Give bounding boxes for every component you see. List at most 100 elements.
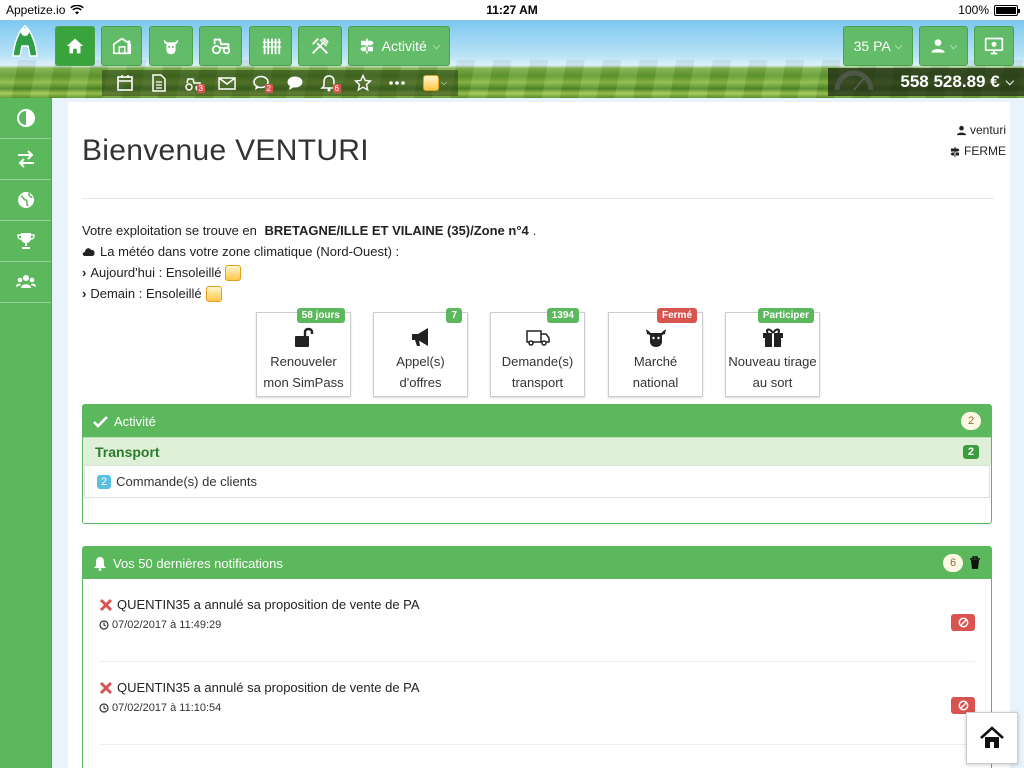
cancel-x-icon — [99, 598, 113, 611]
more-button[interactable] — [380, 70, 414, 96]
sidebar-item-trophy[interactable] — [0, 221, 51, 262]
delete-notification-button[interactable] — [951, 614, 975, 631]
forum-button[interactable] — [278, 70, 312, 96]
sidebar-item-contrast[interactable] — [0, 98, 51, 139]
trophy-icon — [16, 233, 35, 249]
transport-section[interactable]: Transport 2 — [83, 437, 991, 465]
tile-badge: 58 jours — [296, 308, 345, 323]
farm-info: Votre exploitation se trouve en BRETAGNE… — [82, 220, 536, 304]
globe-icon — [17, 192, 34, 208]
location-prefix: Votre exploitation se trouve en — [82, 223, 261, 238]
livestock-button[interactable] — [149, 26, 193, 66]
left-sidebar — [0, 98, 52, 768]
user-icon — [956, 125, 967, 136]
activity-label: Activité — [381, 38, 427, 54]
chevron-down-icon: ⌵ — [432, 40, 441, 52]
list-item[interactable]: 2 Commande(s) de clients — [84, 465, 990, 498]
tile-badge: 7 — [446, 308, 462, 323]
floating-home-button[interactable] — [966, 712, 1018, 764]
weather-tomorrow-line: › Demain : Ensoleillé — [82, 283, 536, 304]
tile-badge: Fermé — [656, 308, 697, 323]
orders-count-badge: 2 — [97, 474, 112, 489]
tile-label-line2: mon SimPass — [263, 375, 344, 390]
ban-icon — [958, 700, 968, 711]
battery-percent: 100% — [958, 3, 989, 17]
notifications-count: 6 — [943, 554, 963, 572]
exchange-arrows-icon — [17, 150, 34, 168]
documents-button[interactable] — [142, 70, 176, 96]
weather-dropdown[interactable]: ⌵ — [414, 70, 456, 96]
tile-label-line1: Demande(s) — [501, 354, 574, 369]
notification-item: QUENTIN35 a annulé sa proposition de ven… — [99, 579, 975, 662]
activity-title: Activité — [114, 413, 156, 429]
weather-intro-line: La météo dans votre zone climatique (Nor… — [82, 241, 536, 262]
tile-lottery[interactable]: Participer Nouveau tirage au sort — [725, 308, 820, 397]
activity-header[interactable]: Activité 2 — [83, 405, 991, 437]
ban-icon — [958, 617, 968, 628]
comments-icon — [287, 76, 303, 90]
signpost-icon — [359, 38, 374, 54]
activity-count: 2 — [961, 412, 981, 430]
tile-badge: Participer — [757, 308, 814, 323]
weather-today-line: › Aujourd'hui : Ensoleillé — [82, 262, 536, 283]
quick-icons-bar: 3 2 6 ⌵ — [102, 70, 458, 96]
ios-status-bar: Appetize.io 11:27 AM 100% — [0, 0, 1024, 20]
machinery-button[interactable] — [199, 26, 242, 66]
sidebar-item-exchange[interactable] — [0, 139, 51, 180]
chevron-right-icon: › — [82, 286, 87, 301]
farm-buildings-button[interactable] — [101, 26, 142, 66]
wifi-icon — [70, 5, 85, 15]
app-logo-icon[interactable] — [8, 24, 42, 58]
check-icon — [93, 415, 108, 428]
messages-button[interactable]: 2 — [244, 70, 278, 96]
calendar-button[interactable] — [108, 70, 142, 96]
tile-tenders[interactable]: 7 Appel(s) d'offres — [373, 308, 468, 397]
sidebar-item-world[interactable] — [0, 180, 51, 221]
megaphone-icon — [411, 328, 428, 346]
balance-amount: 558 528.89 € — [900, 72, 1000, 91]
status-time: 11:27 AM — [486, 3, 538, 17]
balance-dropdown[interactable]: 558 528.89 € ⌵ — [828, 68, 1024, 96]
chevron-down-icon: ⌵ — [440, 78, 448, 87]
favorites-button[interactable] — [346, 70, 380, 96]
activity-panel: Activité 2 Transport 2 2 Commande(s) de … — [82, 404, 992, 524]
vehicles-badge: 3 — [196, 84, 205, 93]
main-content: Bienvenue VENTURI venturi FERME Votre ex… — [52, 98, 1024, 768]
tile-simpass[interactable]: 58 jours Renouveler mon SimPass — [256, 308, 351, 397]
pa-dropdown[interactable]: 35 PA ⌵ — [843, 26, 913, 66]
monitor-icon — [984, 37, 1004, 55]
crops-button[interactable] — [249, 26, 292, 66]
vehicles-button[interactable]: 3 — [176, 70, 210, 96]
trash-icon[interactable] — [969, 556, 981, 570]
battery-icon — [994, 4, 1020, 16]
tile-label-line1: Appel(s) — [396, 354, 445, 369]
display-settings-button[interactable] — [974, 26, 1014, 66]
pa-label: 35 PA — [853, 38, 891, 54]
home-button[interactable] — [55, 26, 95, 66]
mail-button[interactable] — [210, 70, 244, 96]
clock-icon — [99, 620, 109, 630]
activity-dropdown[interactable]: Activité ⌵ — [348, 26, 450, 66]
tile-label-line2: national — [632, 375, 679, 390]
tile-label-line1: Marché — [633, 354, 678, 369]
wheat-icon — [262, 38, 281, 55]
user-menu-button[interactable]: ⌵ — [919, 26, 968, 66]
home-icon — [66, 38, 84, 54]
sidebar-item-community[interactable] — [0, 262, 51, 303]
tools-button[interactable] — [298, 26, 342, 66]
orders-label: Commande(s) de clients — [116, 474, 258, 489]
user-info: venturi FERME — [949, 120, 1006, 162]
notifications-header: Vos 50 dernières notifications 6 — [83, 547, 991, 579]
weather-today: Aujourd'hui : Ensoleillé — [90, 265, 222, 280]
tile-national-market[interactable]: Fermé Marché national — [608, 308, 703, 397]
tile-label-line1: Renouveler — [270, 354, 337, 369]
top-header: Activité ⌵ 35 PA ⌵ ⌵ 3 2 6 ⌵ 558 528.89 … — [0, 20, 1024, 98]
cancel-x-icon — [99, 681, 113, 694]
weather-intro: La météo dans votre zone climatique (Nor… — [100, 244, 400, 259]
cow-icon — [163, 39, 179, 55]
alerts-button[interactable]: 6 — [312, 70, 346, 96]
clock-icon — [99, 703, 109, 713]
chevron-down-icon: ⌵ — [949, 40, 958, 52]
truck-icon — [525, 330, 550, 346]
tile-transport[interactable]: 1394 Demande(s) transport — [490, 308, 585, 397]
